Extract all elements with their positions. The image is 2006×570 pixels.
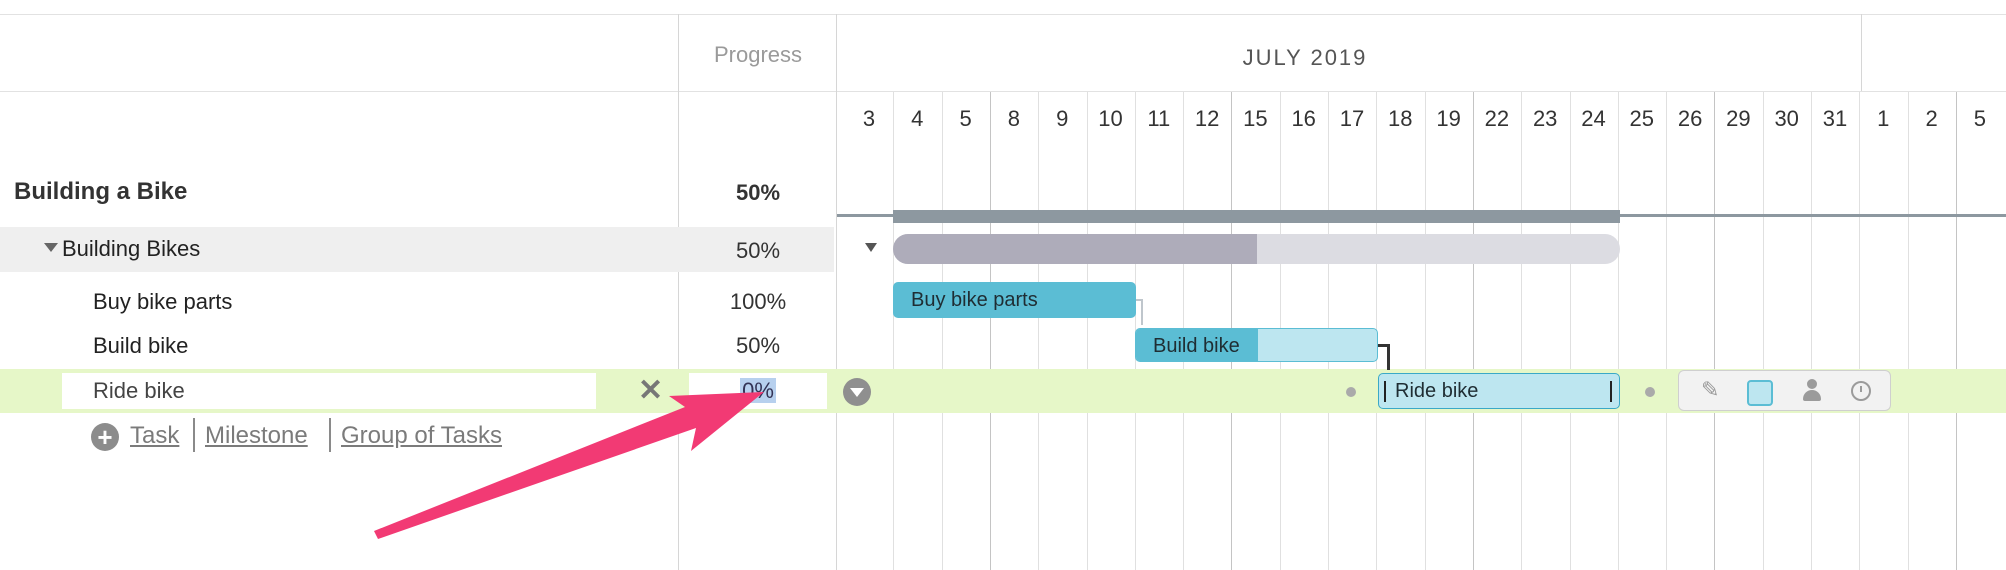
drag-handle-left[interactable] bbox=[1346, 387, 1356, 397]
timeline-gridline bbox=[1472, 92, 1474, 570]
timeline-day-label: 2 bbox=[1925, 106, 1938, 131]
add-plus-icon[interactable]: + bbox=[91, 423, 119, 451]
project-name[interactable]: Building a Bike bbox=[14, 178, 187, 206]
timeline-day-label: 31 bbox=[1822, 106, 1848, 131]
bar-label: Build bike bbox=[1153, 335, 1240, 357]
timeline-gridline bbox=[1859, 92, 1861, 570]
timeline-day-label: 9 bbox=[1056, 106, 1069, 131]
annotation-arrow-shape bbox=[374, 392, 764, 539]
timeline-gridline bbox=[1955, 92, 1957, 570]
dependency-connector bbox=[1141, 299, 1143, 325]
timeline-gridline bbox=[1617, 92, 1619, 570]
timeline-day-label: 12 bbox=[1194, 106, 1220, 131]
timeline-day-label: 18 bbox=[1388, 106, 1413, 131]
timeline-day-label: 1 bbox=[1877, 106, 1890, 131]
timeline-day-label: 8 bbox=[1007, 106, 1021, 131]
timeline-gridline bbox=[1038, 92, 1040, 570]
bar-label: Ride bike bbox=[1395, 380, 1479, 402]
timeline-day-label: 10 bbox=[1098, 106, 1123, 131]
group-bar-progress-fill bbox=[893, 234, 1257, 264]
bar-buy-bike-parts[interactable]: Buy bike parts bbox=[893, 282, 1136, 318]
timeline-day-label: 22 bbox=[1484, 106, 1510, 131]
group-name[interactable]: Building Bikes bbox=[62, 236, 200, 262]
timeline-day-label: 19 bbox=[1436, 106, 1461, 131]
row-menu-icon[interactable] bbox=[843, 378, 871, 406]
group-collapse-icon[interactable] bbox=[865, 243, 877, 252]
header-bottom-border bbox=[0, 91, 2006, 92]
timeline-day-label: 29 bbox=[1726, 106, 1751, 131]
project-progress: 50% bbox=[735, 180, 781, 205]
add-milestone-link[interactable]: Milestone bbox=[205, 422, 308, 450]
bar-toolbar: ✎ bbox=[1678, 370, 1891, 411]
bar-label: Buy bike parts bbox=[911, 289, 1038, 311]
clock-icon[interactable] bbox=[1851, 381, 1871, 401]
timeline-day-label: 25 bbox=[1629, 106, 1655, 131]
timeline-gridline bbox=[1569, 92, 1571, 570]
timeline-day-label: 3 bbox=[862, 106, 876, 131]
timeline-day-label: 15 bbox=[1243, 106, 1268, 131]
task-progress-build-bike[interactable]: 50% bbox=[678, 333, 838, 359]
text-cursor bbox=[1384, 381, 1386, 402]
timeline-gridline bbox=[1521, 92, 1523, 570]
group-bar[interactable] bbox=[893, 234, 1620, 264]
progress-column-header[interactable]: Progress bbox=[680, 42, 836, 68]
timeline-day-label: 23 bbox=[1532, 106, 1558, 131]
timeline-gridline bbox=[1424, 92, 1426, 570]
task-name-buy-bike-parts[interactable]: Buy bike parts bbox=[93, 289, 232, 315]
bar-ride-bike[interactable]: Ride bike bbox=[1378, 373, 1620, 409]
timeline-gridline bbox=[1811, 92, 1812, 570]
text-cursor bbox=[1610, 381, 1612, 402]
group-progress: 50% bbox=[735, 238, 781, 263]
timeline-gridline bbox=[941, 92, 943, 570]
progress-input-value: 0% bbox=[740, 378, 776, 403]
dependency-connector bbox=[1387, 344, 1390, 370]
timeline-day-label: 5 bbox=[1973, 106, 1987, 131]
top-border bbox=[0, 14, 2006, 15]
progress-input[interactable]: 0% bbox=[689, 373, 827, 409]
timeline-day-label: 30 bbox=[1774, 106, 1799, 131]
timeline-day-label: 24 bbox=[1581, 106, 1606, 131]
task-progress-buy-bike-parts[interactable]: 100% bbox=[678, 289, 838, 315]
month-label: JULY 2019 bbox=[1242, 45, 1368, 70]
add-task-link[interactable]: Task bbox=[130, 422, 179, 450]
delete-task-icon[interactable]: ✕ bbox=[638, 373, 663, 409]
timeline-gridline bbox=[1714, 92, 1716, 570]
timeline-gridline bbox=[1666, 92, 1668, 570]
collapse-triangle-icon[interactable] bbox=[44, 243, 58, 252]
task-name-build-bike[interactable]: Build bike bbox=[93, 333, 188, 359]
link-separator bbox=[329, 418, 331, 452]
timeline-day-label: 26 bbox=[1677, 106, 1703, 131]
edit-pencil-icon[interactable]: ✎ bbox=[1701, 377, 1719, 403]
add-group-of-tasks-link[interactable]: Group of Tasks bbox=[341, 422, 502, 450]
timeline-day-label: 11 bbox=[1147, 106, 1171, 131]
task-name-input-value: Ride bike bbox=[93, 378, 185, 403]
timeline-gridline bbox=[893, 92, 895, 570]
timeline-gridline bbox=[989, 92, 991, 570]
project-summary-bar bbox=[893, 210, 1620, 223]
timeline-gridline bbox=[1907, 92, 1909, 570]
timeline-day-label: 16 bbox=[1291, 106, 1316, 131]
link-separator bbox=[193, 418, 195, 452]
bar-build-bike[interactable]: Build bike bbox=[1135, 328, 1378, 362]
drag-handle-right[interactable] bbox=[1645, 387, 1655, 397]
timeline-gridline bbox=[1086, 92, 1088, 570]
color-swatch-icon[interactable] bbox=[1747, 380, 1773, 406]
month-divider bbox=[1861, 14, 1862, 91]
timeline-day-label: 17 bbox=[1339, 106, 1365, 131]
timeline-day-label: 4 bbox=[911, 106, 924, 131]
assign-person-icon[interactable] bbox=[1801, 379, 1823, 403]
task-name-input[interactable]: Ride bike bbox=[62, 373, 596, 409]
timeline-day-label: 5 bbox=[959, 106, 972, 131]
timeline-gridline bbox=[1762, 92, 1764, 570]
